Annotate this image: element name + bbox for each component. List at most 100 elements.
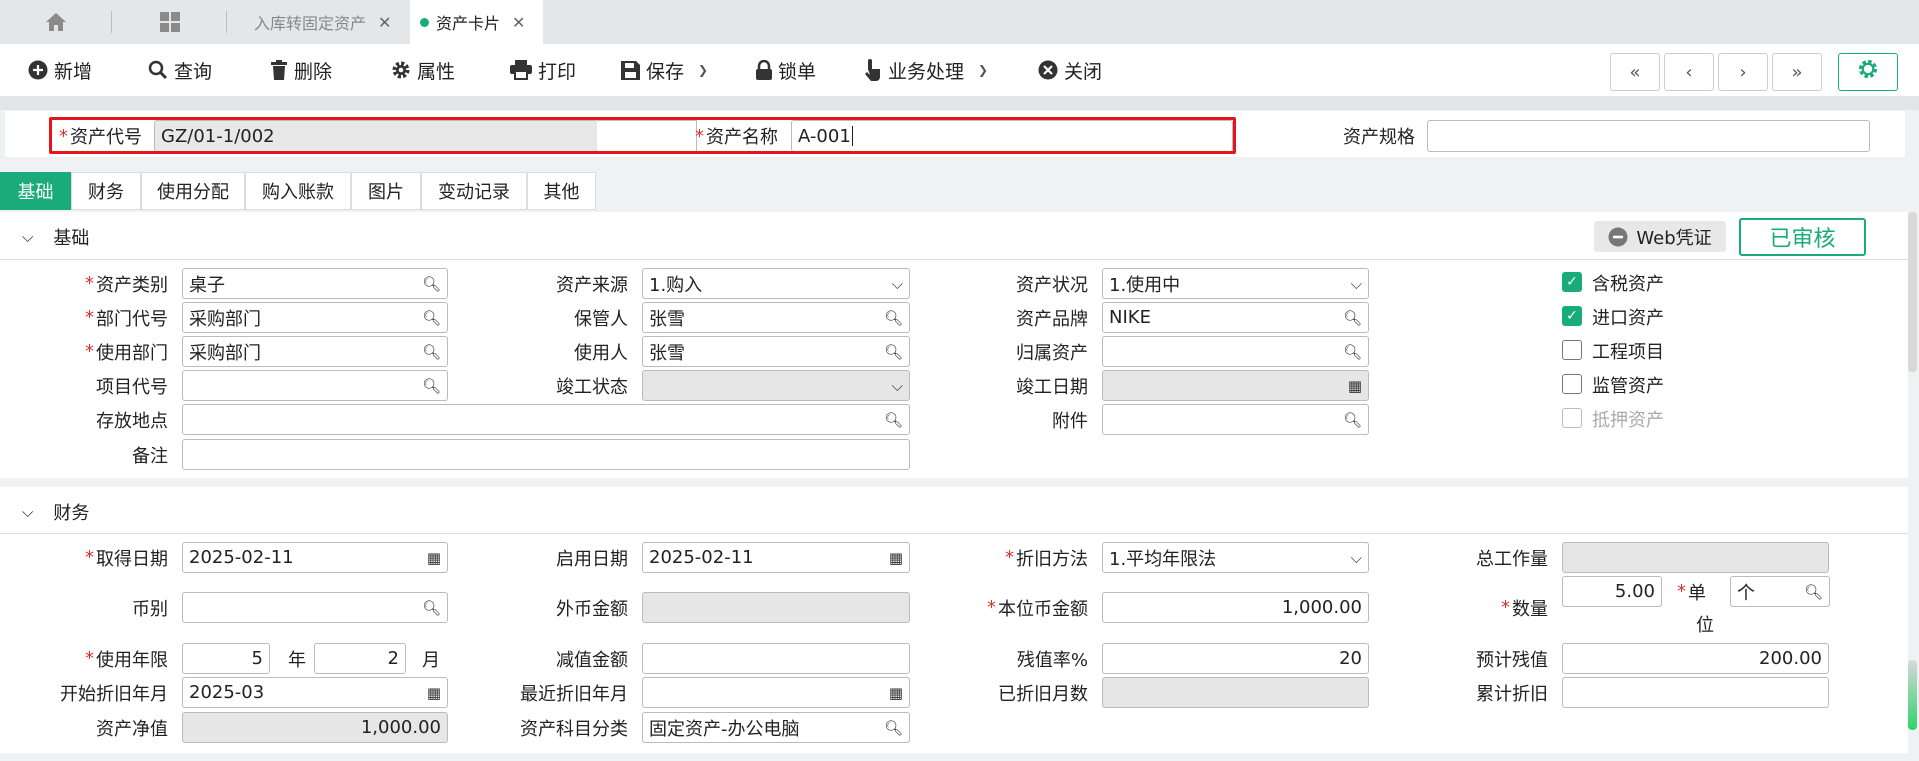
dep-start-label: 开始折旧年月 xyxy=(60,683,168,705)
life-years-input[interactable]: 5 xyxy=(182,643,270,674)
attachment-input[interactable]: 🔍︎ xyxy=(1102,404,1369,435)
web-voucher-button[interactable]: Web凭证 xyxy=(1594,221,1726,252)
chevron-down-icon: ⌵ xyxy=(22,503,34,521)
user-input[interactable]: 张雪 🔍︎ xyxy=(642,336,910,367)
unit-input[interactable]: 个 🔍︎ xyxy=(1730,576,1830,607)
asset-source-select[interactable]: 1.购入 ⌵ xyxy=(642,268,910,299)
asset-status-select[interactable]: 1.使用中 ⌵ xyxy=(1102,268,1369,299)
subtab-images[interactable]: 图片 xyxy=(351,172,421,210)
delete-button[interactable]: 删除 xyxy=(270,54,332,86)
accum-dep-input[interactable] xyxy=(1562,677,1829,708)
close-button[interactable]: 关闭 xyxy=(1038,54,1102,86)
search-icon[interactable]: 🔍︎ xyxy=(422,275,441,293)
complete-date-input[interactable]: ▦ xyxy=(1102,370,1369,401)
dept-code-input[interactable]: 采购部门 🔍︎ xyxy=(182,302,448,333)
quantity-input[interactable]: 5.00 xyxy=(1562,576,1662,607)
calendar-icon[interactable]: ▦ xyxy=(1348,377,1362,395)
subtab-other[interactable]: 其他 xyxy=(527,172,596,210)
belong-asset-input[interactable]: 🔍︎ xyxy=(1102,336,1369,367)
grid-icon[interactable] xyxy=(152,6,188,38)
prev-record-button[interactable]: ‹ xyxy=(1664,53,1714,91)
settings-button[interactable] xyxy=(1838,53,1898,91)
lc-amount-input[interactable]: 1,000.00 xyxy=(1102,592,1369,623)
calendar-icon[interactable]: ▦ xyxy=(427,549,441,567)
tax-asset-checkbox[interactable]: ✓ xyxy=(1562,272,1582,292)
search-icon[interactable]: 🔍︎ xyxy=(1343,411,1362,429)
search-icon[interactable]: 🔍︎ xyxy=(1804,583,1823,601)
dep-start-input[interactable]: 2025-03 ▦ xyxy=(182,677,448,708)
business-process-button[interactable]: 业务处理 ❯ xyxy=(864,54,988,86)
query-button[interactable]: 查询 xyxy=(148,54,212,86)
impairment-input[interactable] xyxy=(642,643,910,674)
custodian-input[interactable]: 张雪 🔍︎ xyxy=(642,302,910,333)
subtab-purchase-payment[interactable]: 购入账款 xyxy=(245,172,351,210)
tab-asset-card[interactable]: 资产卡片 ✕ xyxy=(410,0,543,44)
save-button[interactable]: 保存 ❯ xyxy=(621,54,708,86)
calendar-icon[interactable]: ▦ xyxy=(427,684,441,702)
fc-amount-input[interactable] xyxy=(642,592,910,623)
est-residual-label: 预计残值 xyxy=(1476,649,1548,671)
brand-input[interactable]: NIKE 🔍︎ xyxy=(1102,302,1369,333)
lock-button[interactable]: 锁单 xyxy=(756,54,816,86)
complete-status-select[interactable]: ⌵ xyxy=(642,370,910,401)
calendar-icon[interactable]: ▦ xyxy=(889,549,903,567)
dep-method-select[interactable]: 1.平均年限法 ⌵ xyxy=(1102,542,1369,573)
basic-section-header[interactable]: ⌵ 基础 xyxy=(22,222,89,252)
scrollbar-thumb[interactable] xyxy=(1908,212,1917,372)
est-residual-input[interactable]: 200.00 xyxy=(1562,643,1829,674)
dep-months-input[interactable] xyxy=(1102,677,1369,708)
last-record-button[interactable]: » xyxy=(1772,53,1822,91)
regulated-checkbox[interactable] xyxy=(1562,374,1582,394)
first-record-button[interactable]: « xyxy=(1610,53,1660,91)
search-icon[interactable]: 🔍︎ xyxy=(422,599,441,617)
new-button[interactable]: 新增 xyxy=(28,54,92,86)
engineering-checkbox[interactable] xyxy=(1562,340,1582,360)
chevron-down-icon[interactable]: ❯ xyxy=(698,63,708,77)
search-icon[interactable]: 🔍︎ xyxy=(422,309,441,327)
mortgage-checkbox[interactable] xyxy=(1562,408,1582,428)
search-icon[interactable]: 🔍︎ xyxy=(884,343,903,361)
last-dep-input[interactable]: ▦ xyxy=(642,677,910,708)
currency-input[interactable]: 🔍︎ xyxy=(182,592,448,623)
close-circle-icon xyxy=(1038,60,1058,80)
remark-input[interactable] xyxy=(182,439,910,470)
accum-dep-label: 累计折旧 xyxy=(1476,683,1548,705)
search-icon[interactable]: 🔍︎ xyxy=(884,719,903,737)
next-record-button[interactable]: › xyxy=(1718,53,1768,91)
search-icon[interactable]: 🔍︎ xyxy=(884,309,903,327)
search-icon[interactable]: 🔍︎ xyxy=(422,377,441,395)
scrollbar-indicator[interactable] xyxy=(1908,660,1917,730)
acq-date-input[interactable]: 2025-02-11 ▦ xyxy=(182,542,448,573)
search-icon[interactable]: 🔍︎ xyxy=(1343,309,1362,327)
asset-spec-input[interactable] xyxy=(1427,120,1870,152)
total-work-label: 总工作量 xyxy=(1476,548,1548,570)
subtab-change-log[interactable]: 变动记录 xyxy=(421,172,527,210)
dept-code-label: * 部门代号 xyxy=(85,307,168,330)
close-icon[interactable]: ✕ xyxy=(512,13,525,32)
net-value-input[interactable]: 1,000.00 xyxy=(182,712,448,743)
chevron-down-icon[interactable]: ❯ xyxy=(978,63,988,77)
search-icon[interactable]: 🔍︎ xyxy=(1343,343,1362,361)
close-icon[interactable]: ✕ xyxy=(378,13,391,32)
import-asset-checkbox[interactable]: ✓ xyxy=(1562,306,1582,326)
residual-rate-input[interactable]: 20 xyxy=(1102,643,1369,674)
search-icon[interactable]: 🔍︎ xyxy=(884,411,903,429)
properties-button[interactable]: 属性 xyxy=(391,54,455,86)
calendar-icon[interactable]: ▦ xyxy=(889,684,903,702)
use-dept-input[interactable]: 采购部门 🔍︎ xyxy=(182,336,448,367)
life-months-input[interactable]: 2 xyxy=(314,643,406,674)
location-input[interactable]: 🔍︎ xyxy=(182,404,910,435)
start-date-input[interactable]: 2025-02-11 ▦ xyxy=(642,542,910,573)
tab-inbound-to-fixed-asset[interactable]: 入库转固定资产 ✕ xyxy=(244,0,401,44)
home-icon[interactable] xyxy=(38,6,74,38)
project-code-input[interactable]: 🔍︎ xyxy=(182,370,448,401)
print-button[interactable]: 打印 xyxy=(510,54,576,86)
search-icon[interactable]: 🔍︎ xyxy=(422,343,441,361)
subject-input[interactable]: 固定资产-办公电脑 🔍︎ xyxy=(642,712,910,743)
total-work-input[interactable] xyxy=(1562,542,1829,573)
finance-section-header[interactable]: ⌵ 财务 xyxy=(22,497,89,527)
asset-category-input[interactable]: 桌子 🔍︎ xyxy=(182,268,448,299)
subtab-basic[interactable]: 基础 xyxy=(0,172,71,210)
subtab-finance[interactable]: 财务 xyxy=(71,172,141,210)
subtab-allocation[interactable]: 使用分配 xyxy=(141,172,245,210)
